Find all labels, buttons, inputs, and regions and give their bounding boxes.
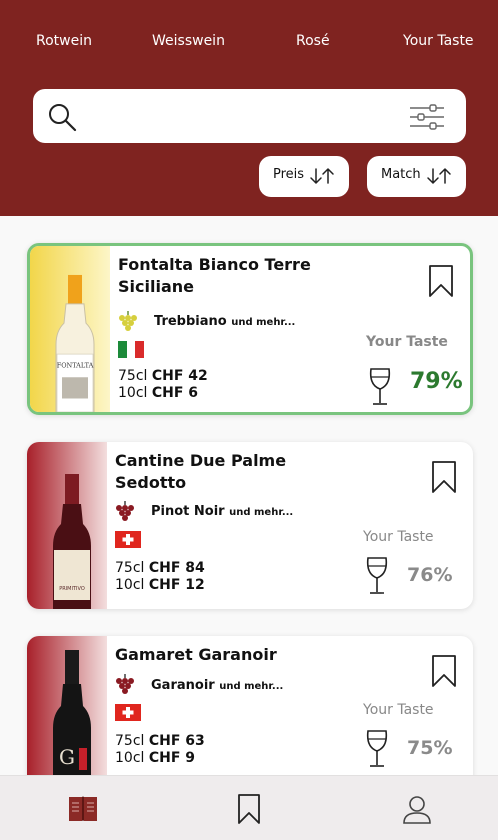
bottle-label-text: G bbox=[59, 745, 75, 769]
your-taste-label: Your Taste bbox=[363, 702, 434, 718]
match-percentage: 75% bbox=[407, 737, 453, 759]
tab-your-taste[interactable]: Your Taste bbox=[403, 33, 474, 49]
bottom-navigation bbox=[0, 775, 498, 840]
grape-variety: Pinot Noir und mehr... bbox=[151, 504, 294, 519]
wine-glass-icon bbox=[369, 368, 391, 405]
search-bar bbox=[33, 89, 466, 143]
wine-card[interactable]: PRIMITIVO Cantine Due Palme Sedotto Pino… bbox=[27, 442, 473, 609]
bookmark-icon[interactable] bbox=[431, 654, 457, 688]
tab-weisswein[interactable]: Weisswein bbox=[152, 33, 225, 49]
wine-glass-icon bbox=[366, 557, 388, 594]
search-input[interactable] bbox=[89, 99, 419, 133]
book-icon[interactable] bbox=[66, 793, 100, 825]
switzerland-flag-icon bbox=[115, 704, 141, 721]
user-icon[interactable] bbox=[402, 793, 432, 825]
filter-sliders-icon[interactable] bbox=[409, 103, 445, 131]
price-10cl: 10cl CHF 6 bbox=[118, 385, 199, 401]
wine-bottle-image: G bbox=[27, 636, 107, 775]
wine-bottle-image: PRIMITIVO bbox=[27, 442, 107, 609]
sort-price-button[interactable]: Preis bbox=[259, 156, 349, 197]
tab-rose[interactable]: Rosé bbox=[296, 33, 330, 49]
search-icon[interactable] bbox=[47, 102, 77, 132]
bottle-label-text: PRIMITIVO bbox=[59, 586, 85, 592]
your-taste-label: Your Taste bbox=[366, 334, 448, 350]
bookmark-icon[interactable] bbox=[431, 460, 457, 494]
match-percentage: 79% bbox=[410, 369, 463, 394]
italy-flag-icon bbox=[118, 341, 144, 358]
price-75cl: 75cl CHF 63 bbox=[115, 733, 205, 749]
switzerland-flag-icon bbox=[115, 531, 141, 548]
wine-card[interactable]: G Gamaret Garanoir Garanoir und mehr... … bbox=[27, 636, 473, 775]
price-75cl: 75cl CHF 84 bbox=[115, 560, 205, 576]
your-taste-label: Your Taste bbox=[363, 529, 434, 545]
wine-name: Fontalta Bianco Terre Siciliane bbox=[118, 255, 311, 296]
price-10cl: 10cl CHF 12 bbox=[115, 577, 205, 593]
sort-arrows-icon bbox=[310, 168, 334, 184]
bookmark-icon[interactable] bbox=[428, 264, 454, 298]
bookmark-icon[interactable] bbox=[236, 793, 262, 825]
wine-list[interactable]: FONTALTA Fontalta Bianco Terre Siciliane… bbox=[0, 216, 498, 775]
sort-match-label: Match bbox=[381, 167, 421, 182]
grape-icon bbox=[116, 501, 134, 521]
wine-card[interactable]: FONTALTA Fontalta Bianco Terre Siciliane… bbox=[27, 243, 473, 415]
wine-name: Cantine Due Palme Sedotto bbox=[115, 451, 287, 492]
price-10cl: 10cl CHF 9 bbox=[115, 750, 196, 766]
wine-name: Gamaret Garanoir bbox=[115, 645, 277, 664]
grape-icon bbox=[116, 674, 134, 694]
header: Rotwein Weisswein Rosé Your Taste Preis … bbox=[0, 0, 498, 216]
bottle-label-text: FONTALTA bbox=[57, 362, 94, 370]
category-tabs: Rotwein Weisswein Rosé Your Taste bbox=[0, 33, 498, 53]
sort-match-button[interactable]: Match bbox=[367, 156, 466, 197]
wine-glass-icon bbox=[366, 730, 388, 767]
grape-variety: Garanoir und mehr... bbox=[151, 678, 284, 693]
price-75cl: 75cl CHF 42 bbox=[118, 368, 208, 384]
grape-variety: Trebbiano und mehr... bbox=[154, 314, 296, 329]
tab-rotwein[interactable]: Rotwein bbox=[36, 33, 92, 49]
match-percentage: 76% bbox=[407, 564, 453, 586]
wine-bottle-image: FONTALTA bbox=[30, 246, 110, 412]
sort-arrows-icon bbox=[427, 168, 451, 184]
grape-icon bbox=[119, 311, 137, 331]
sort-price-label: Preis bbox=[273, 167, 305, 182]
